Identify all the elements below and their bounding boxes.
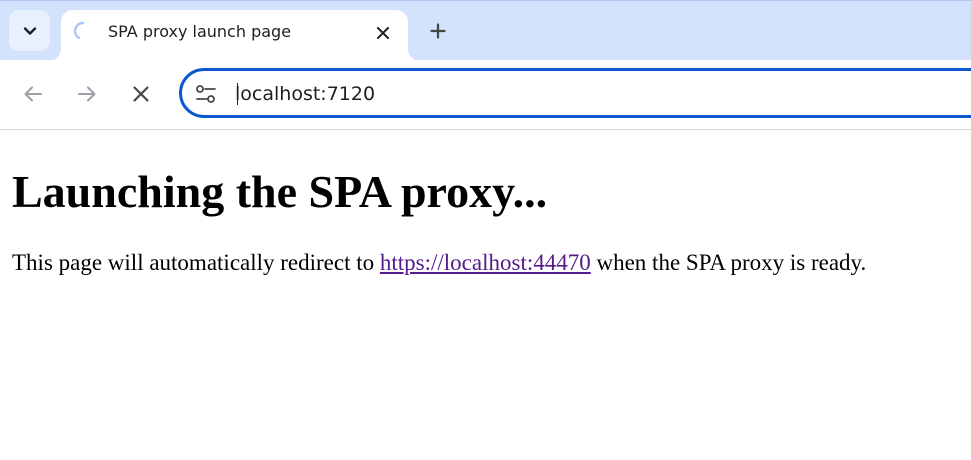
stop-loading-button[interactable] [127, 80, 155, 108]
tab-strip: SPA proxy launch page [0, 0, 971, 61]
browser-toolbar [0, 60, 971, 130]
close-icon [133, 86, 149, 102]
arrow-right-icon [78, 86, 96, 102]
text-caret [237, 83, 238, 105]
forward-button[interactable] [73, 80, 101, 108]
tune-icon [196, 85, 216, 103]
tab-close-button[interactable] [371, 21, 395, 45]
new-tab-button[interactable] [425, 18, 451, 44]
back-button[interactable] [19, 80, 47, 108]
address-bar[interactable] [179, 68, 971, 118]
close-icon [377, 27, 389, 39]
tab-title: SPA proxy launch page [108, 22, 292, 41]
arrow-left-icon [24, 86, 42, 102]
chevron-down-icon [23, 26, 36, 35]
site-info-button[interactable] [194, 82, 218, 106]
redirect-link[interactable]: https://localhost:44470 [380, 250, 591, 275]
page-content: Launching the SPA proxy... This page wil… [0, 131, 971, 460]
page-heading: Launching the SPA proxy... [12, 166, 548, 217]
redirect-message: This page will automatically redirect to… [12, 249, 866, 277]
tab-search-button[interactable] [9, 10, 50, 51]
active-tab[interactable]: SPA proxy launch page [61, 10, 408, 61]
plus-icon [430, 23, 446, 39]
url-input[interactable] [235, 82, 835, 106]
message-text-before: This page will automatically redirect to [12, 250, 380, 275]
spinner-icon [73, 21, 85, 40]
message-text-after: when the SPA proxy is ready. [590, 250, 867, 275]
